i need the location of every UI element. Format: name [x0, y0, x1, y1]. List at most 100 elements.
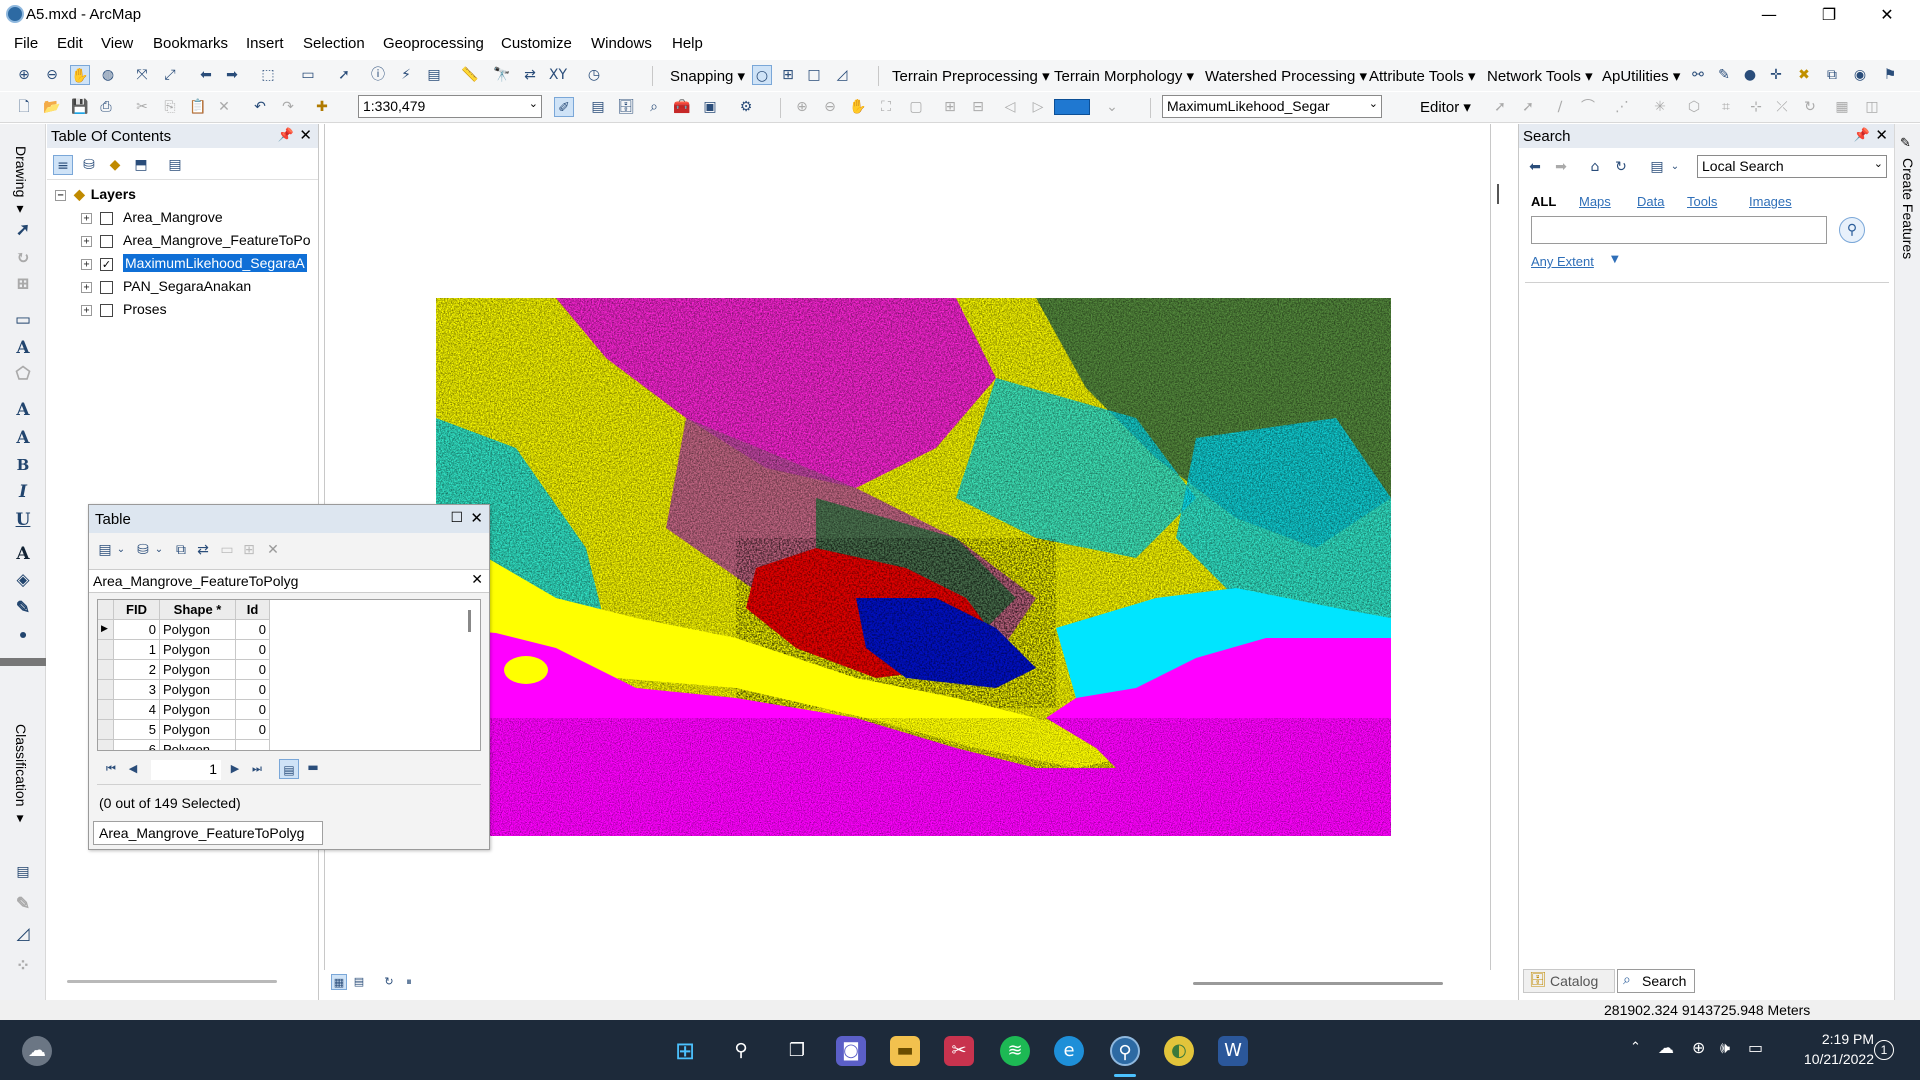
print-icon[interactable]: ⎙: [96, 97, 116, 117]
arcmap-taskbar-icon[interactable]: ⚲: [1110, 1036, 1140, 1066]
expand-icon[interactable]: +: [81, 235, 92, 247]
refresh-icon[interactable]: ↻: [381, 974, 397, 990]
cell-shape[interactable]: Polygon: [160, 660, 236, 680]
network-icon[interactable]: ⧉: [1822, 65, 1842, 85]
redo-icon[interactable]: ↷: [278, 97, 298, 117]
layout-zoom-in-icon[interactable]: ⊕: [792, 97, 812, 117]
edit-vertices-icon[interactable]: ⬡: [1684, 97, 1704, 117]
end-snap-icon[interactable]: ⊞: [778, 65, 798, 85]
volume-icon[interactable]: 🕪: [1720, 1038, 1730, 1058]
python-icon[interactable]: ▣: [700, 97, 720, 117]
pause-drawing-icon[interactable]: ⏸: [401, 974, 417, 990]
list-by-source-icon[interactable]: ⛁: [79, 155, 99, 175]
snapping-menu[interactable]: Snapping ▾: [670, 67, 745, 85]
flag-icon[interactable]: ✖: [1794, 65, 1814, 85]
close-tab-icon[interactable]: ✕: [471, 572, 483, 588]
search-window-icon[interactable]: ⌕: [644, 97, 664, 117]
chat-icon[interactable]: ◙: [836, 1036, 866, 1066]
chevron-down-icon[interactable]: ⌄: [149, 540, 169, 560]
rotate-element-icon[interactable]: ↻: [12, 248, 34, 270]
maximize-icon[interactable]: ☐: [450, 510, 463, 526]
data-view-icon[interactable]: ▦: [331, 974, 347, 990]
cell-shape[interactable]: Polygon: [160, 680, 236, 700]
editor-menu[interactable]: Editor ▾: [1420, 98, 1471, 116]
layout-view-icon[interactable]: ▤: [351, 974, 367, 990]
zoom-out-icon[interactable]: ⊖: [42, 65, 62, 85]
back-extent-icon[interactable]: ⬅: [196, 65, 216, 85]
create-features-icon[interactable]: ✎: [1900, 136, 1911, 151]
layer-row[interactable]: + Area_Mangrove_FeatureToPo: [81, 232, 311, 252]
zoom-in-icon[interactable]: ⊕: [14, 65, 34, 85]
cell-shape[interactable]: Polygon: [160, 740, 236, 750]
chevron-down-icon[interactable]: ⌄: [1102, 97, 1122, 117]
search-tab-all[interactable]: ALL: [1531, 194, 1556, 209]
map-scale-combo[interactable]: 1:330,479 ⌄: [358, 95, 542, 118]
first-record-icon[interactable]: ⏮: [101, 759, 121, 779]
next-record-icon[interactable]: ▶: [225, 759, 245, 779]
expand-icon[interactable]: +: [81, 281, 92, 293]
catalog-icon[interactable]: 🗄: [616, 97, 636, 117]
arccatalog-icon[interactable]: ◐: [1164, 1036, 1194, 1066]
spotify-icon[interactable]: ≋: [1000, 1036, 1030, 1066]
attributes-icon[interactable]: ▦: [1832, 97, 1852, 117]
pin-icon[interactable]: 📌: [278, 128, 294, 143]
search-options-icon[interactable]: ▤: [1647, 157, 1667, 177]
find-icon[interactable]: 🔭: [492, 65, 512, 85]
split-tool-icon[interactable]: ✳: [1650, 97, 1670, 117]
search-input[interactable]: [1531, 216, 1827, 244]
expand-icon[interactable]: +: [81, 212, 92, 224]
layer-visibility-checkbox[interactable]: [100, 280, 113, 294]
aputilities-menu[interactable]: ApUtilities ▾: [1602, 67, 1680, 85]
add-data-icon[interactable]: ✚: [312, 97, 332, 117]
marker-color-icon[interactable]: •: [12, 626, 34, 648]
search-go-icon[interactable]: ⚲: [1839, 217, 1865, 243]
rotate-icon[interactable]: ↻: [1800, 97, 1820, 117]
cell-id[interactable]: [236, 740, 270, 750]
drawing-menu[interactable]: Drawing ▾: [13, 146, 29, 217]
cell-shape[interactable]: Polygon: [160, 720, 236, 740]
show-selected-records-icon[interactable]: ▬: [303, 757, 323, 777]
menu-edit[interactable]: Edit: [57, 35, 83, 52]
layer-visibility-checkbox-checked[interactable]: ✓: [100, 257, 113, 271]
list-by-selection-icon[interactable]: ⬒: [131, 155, 151, 175]
histogram-icon[interactable]: ◿: [12, 924, 34, 946]
reshape-icon[interactable]: ⌗: [1716, 97, 1736, 117]
network-tools-menu[interactable]: Network Tools ▾: [1487, 67, 1593, 85]
switch-selection-icon[interactable]: ⇄: [193, 540, 213, 560]
bold-icon[interactable]: B: [12, 456, 34, 478]
cell-fid[interactable]: 6: [114, 740, 160, 750]
delete-selected-icon[interactable]: ✕: [263, 540, 283, 560]
start-icon[interactable]: ⊞: [670, 1036, 700, 1066]
underline-icon[interactable]: U: [12, 510, 34, 532]
classification-menu[interactable]: Classification ▾: [13, 724, 29, 826]
italic-icon[interactable]: I: [12, 482, 34, 504]
menu-selection[interactable]: Selection: [303, 35, 365, 52]
cell-shape[interactable]: Polygon: [160, 640, 236, 660]
edge-icon[interactable]: e: [1054, 1036, 1084, 1066]
select-elements-icon[interactable]: ➚: [12, 220, 34, 242]
end-point-arc-icon[interactable]: ⌒: [1578, 97, 1598, 117]
full-extent-icon[interactable]: ◍: [98, 65, 118, 85]
search-scope-combo[interactable]: Local Search ⌄: [1697, 155, 1887, 178]
font-icon[interactable]: A: [12, 400, 34, 422]
expand-icon[interactable]: +: [81, 304, 92, 316]
undo-icon[interactable]: ↶: [250, 97, 270, 117]
create-features-tab[interactable]: Create Features: [1900, 158, 1916, 259]
pan-icon[interactable]: ✋: [70, 65, 90, 85]
layout-pan-icon[interactable]: ✋: [848, 97, 868, 117]
select-by-attributes-icon[interactable]: ⧉: [171, 540, 191, 560]
notification-badge[interactable]: 1: [1874, 1040, 1894, 1060]
model-builder-icon[interactable]: ⚙: [736, 97, 756, 117]
grid-vertical-scrollbar[interactable]: [468, 610, 471, 632]
layer-visibility-checkbox[interactable]: [100, 211, 113, 225]
layers-root[interactable]: − ◆ Layers: [55, 186, 136, 206]
search-tab-data[interactable]: Data: [1637, 194, 1664, 209]
toc-options-icon[interactable]: ▤: [165, 155, 185, 175]
line-color-icon[interactable]: ✎: [12, 598, 34, 620]
point-delineation-icon[interactable]: ●: [1740, 65, 1760, 85]
weather-icon[interactable]: ☁: [22, 1036, 52, 1066]
point-snap-icon[interactable]: ○: [752, 65, 772, 85]
delete-icon[interactable]: ✕: [214, 97, 234, 117]
terrain-preprocessing-menu[interactable]: Terrain Preprocessing ▾: [892, 67, 1050, 85]
cell-id[interactable]: 0: [236, 640, 270, 660]
